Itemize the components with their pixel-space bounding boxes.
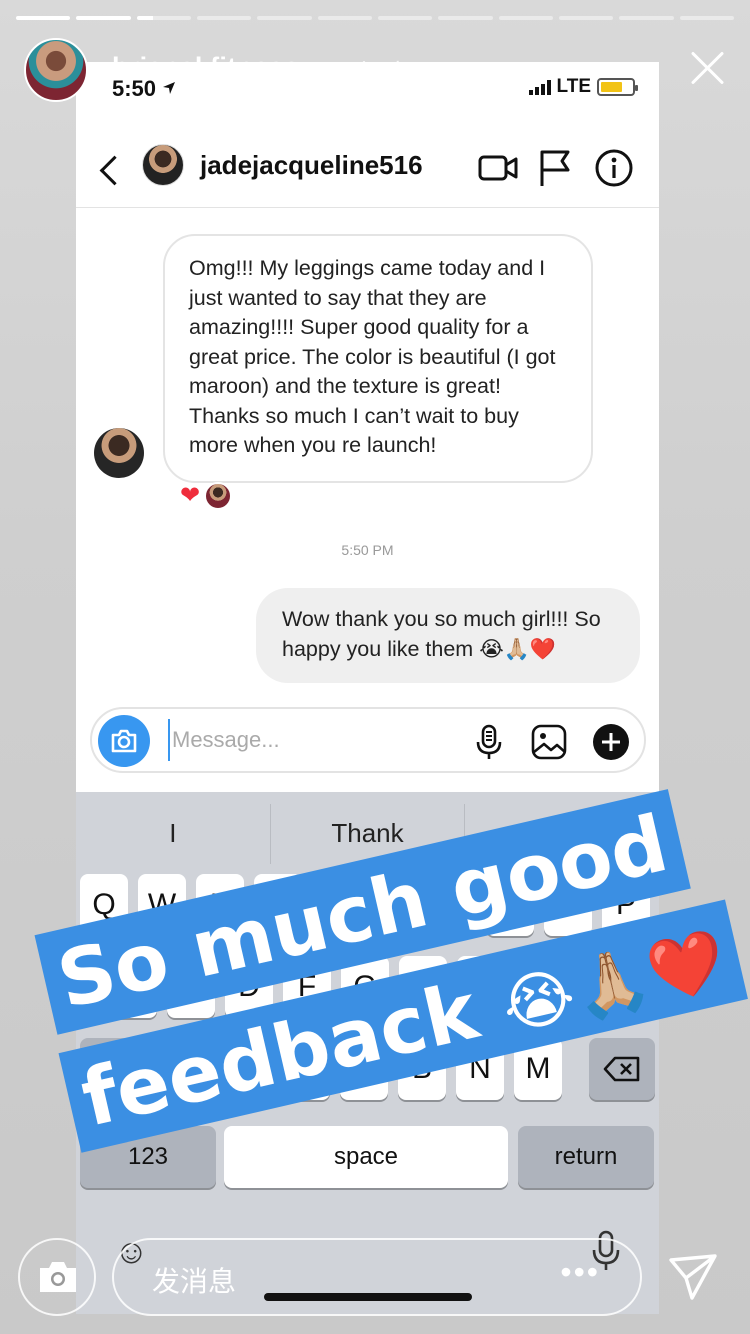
progress-segment [619,16,674,20]
battery-icon [597,78,638,96]
progress-segment [257,16,312,20]
progress-segment [196,16,252,20]
video-call-icon[interactable] [478,148,518,188]
outgoing-message-emojis: 😭🙏🏼❤️ [479,638,557,661]
progress-segment [76,16,131,20]
progress-segment [438,16,493,20]
status-bar-right: LTE [528,76,638,98]
contact-name[interactable]: jadejacqueline516 [200,150,423,181]
space-key[interactable]: space [224,1126,508,1188]
progress-segment [377,16,433,20]
progress-segment [498,16,553,20]
more-icon[interactable]: ••• [560,1254,600,1291]
suggestion-1[interactable]: I [76,804,271,864]
heart-reaction: ❤ [180,482,201,509]
info-icon[interactable] [594,148,634,188]
flag-icon[interactable] [536,148,576,188]
chat-header: jadejacqueline516 [76,132,659,208]
add-icon[interactable] [592,723,630,761]
backspace-key[interactable] [589,1038,655,1100]
backspace-icon [603,1056,640,1082]
camera-icon [111,729,137,753]
back-icon[interactable] [94,150,124,190]
progress-segment [558,16,614,20]
close-icon[interactable] [688,48,728,88]
progress-segment [317,16,372,20]
message-timestamp: 5:50 PM [341,542,394,558]
send-icon[interactable] [668,1252,718,1302]
story-avatar[interactable] [24,38,88,102]
microphone-icon[interactable] [470,723,508,761]
story-camera-button[interactable] [18,1238,96,1316]
message-input[interactable] [168,719,448,761]
signal-icon [528,79,551,95]
location-arrow-icon [163,82,176,94]
story-progress [16,16,734,20]
sender-avatar[interactable] [94,428,144,478]
gallery-icon[interactable] [530,723,568,761]
contact-avatar[interactable] [142,144,184,186]
camera-icon [40,1262,76,1292]
network-label: LTE [556,76,591,97]
message-reactions[interactable]: ❤ [180,482,233,510]
reply-placeholder: 发消息 [152,1265,237,1298]
message-composer [90,707,646,773]
reactor-avatar [204,482,233,510]
incoming-message-bubble[interactable]: Omg!!! My leggings came today and I just… [163,234,593,483]
story-reply-field[interactable]: 发消息 ••• [112,1238,642,1316]
outgoing-message-bubble[interactable]: Wow thank you so much girl!!! So happy y… [256,588,640,683]
home-indicator [264,1293,472,1301]
return-key[interactable]: return [518,1126,654,1188]
story-time-ago: 22小时 [322,59,403,89]
camera-button[interactable] [98,715,150,767]
progress-segment [16,16,71,20]
progress-segment [679,16,734,20]
progress-segment [136,16,191,20]
story-username[interactable]: brianakfitness [112,52,299,83]
